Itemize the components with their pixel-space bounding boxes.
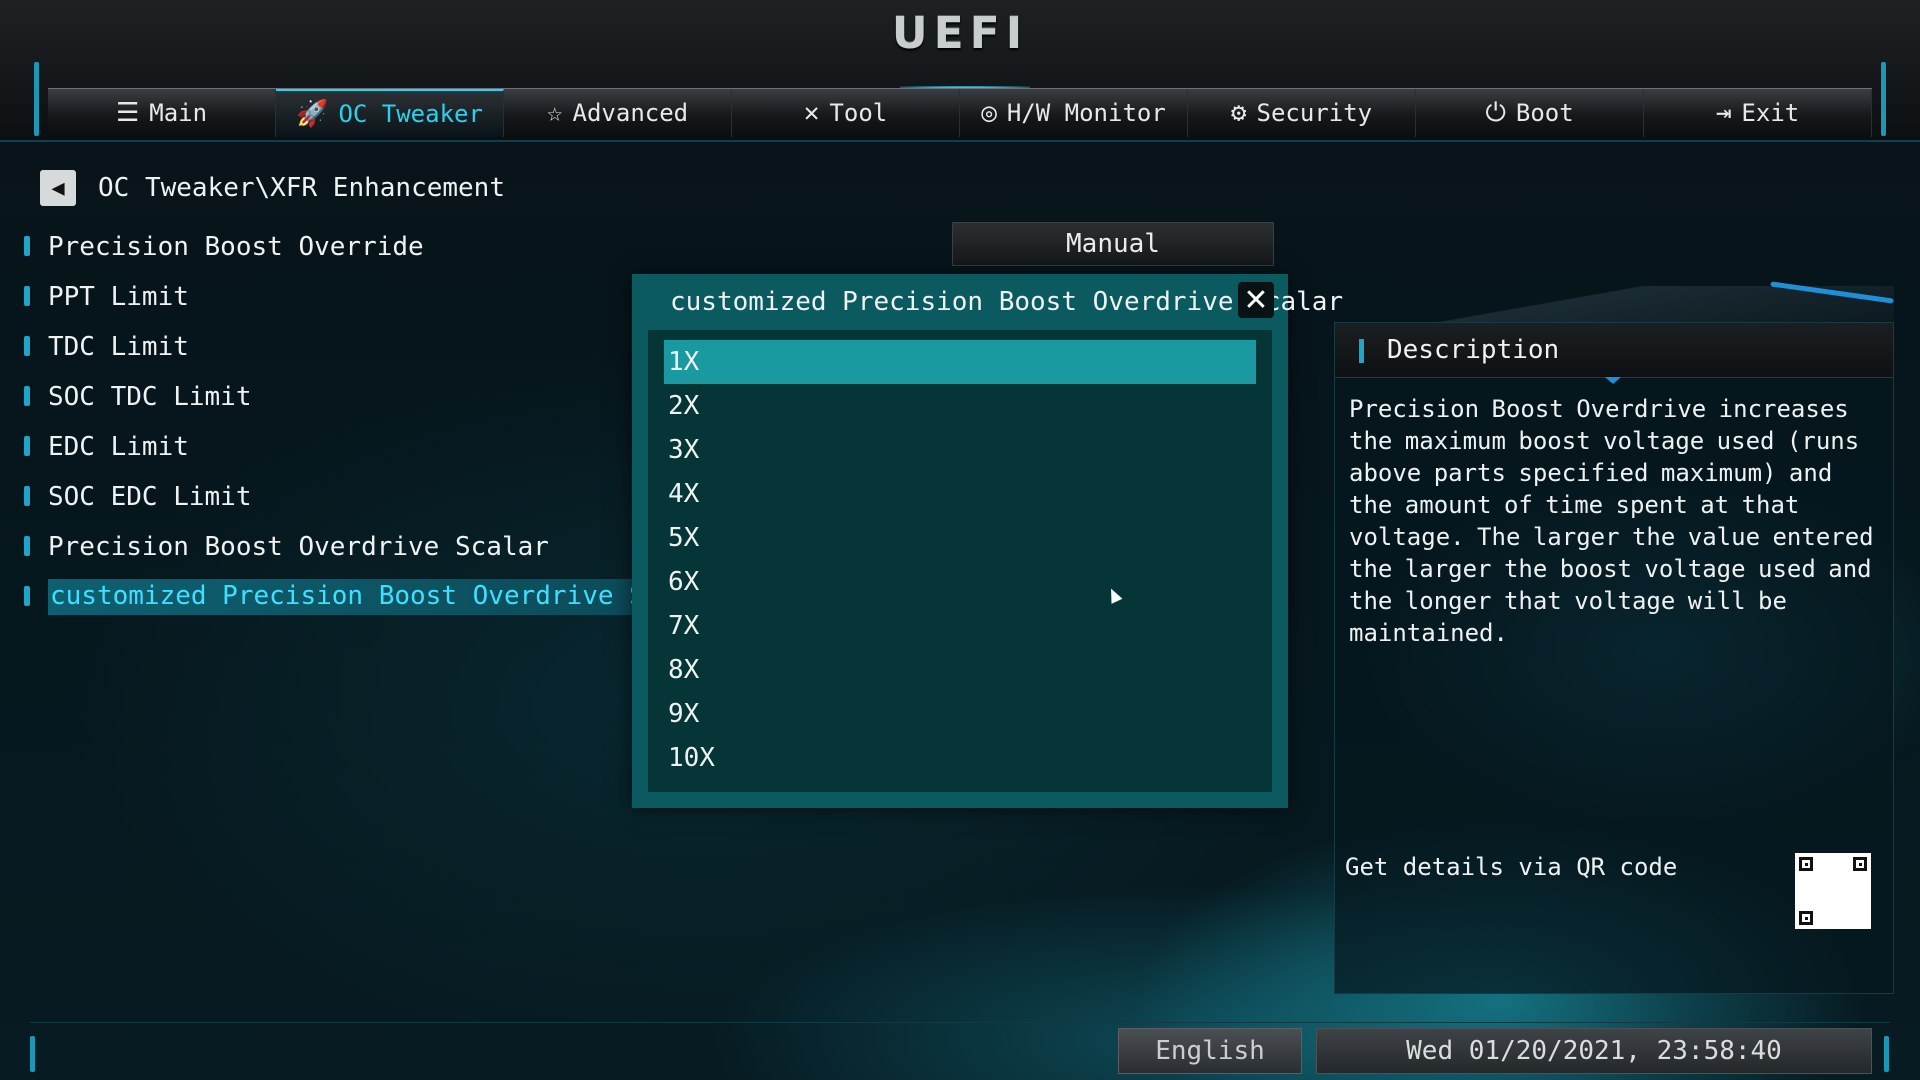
- menu-item[interactable]: PPT Limit: [20, 272, 630, 322]
- tools-icon: ✕: [803, 98, 820, 128]
- popup-option[interactable]: 9X: [664, 692, 1256, 736]
- menu-item[interactable]: customized Precision Boost Overdrive Sca…: [20, 572, 723, 622]
- menu-item[interactable]: SOC TDC Limit: [20, 372, 630, 422]
- menu-item-label: EDC Limit: [48, 432, 189, 462]
- star-icon: ☆: [546, 98, 563, 128]
- popup-option-list: 1X 2X 3X 4X 5X 6X 7X 8X 9X 10X: [648, 330, 1272, 792]
- menu-item-marker: [24, 386, 30, 406]
- tab-exit[interactable]: ⇥ Exit: [1644, 89, 1872, 137]
- tab-advanced[interactable]: ☆ Advanced: [504, 89, 732, 137]
- exit-door-icon: ⇥: [1715, 98, 1732, 128]
- option-popup: customized Precision Boost Overdrive Sca…: [632, 274, 1343, 808]
- back-arrow-icon: ◀: [51, 175, 65, 201]
- list-icon: ☰: [115, 98, 140, 128]
- tab-label: Tool: [829, 99, 888, 127]
- popup-option[interactable]: 7X: [664, 604, 1256, 648]
- menu-item-label: customized Precision Boost Overdrive Sca…: [48, 579, 723, 615]
- breadcrumb-path: OC Tweaker\XFR Enhancement: [98, 173, 505, 203]
- left-rail: [34, 62, 39, 136]
- menu-item-marker: [24, 286, 30, 306]
- menu-item-label: Precision Boost Override: [48, 232, 424, 262]
- footer-right-rail: [1884, 1036, 1889, 1072]
- uefi-logo: UEFI: [891, 8, 1029, 59]
- menu-item[interactable]: TDC Limit: [20, 322, 630, 372]
- language-button[interactable]: English: [1118, 1028, 1302, 1074]
- settings-menu: Precision Boost Override PPT Limit TDC Lim…: [20, 222, 723, 622]
- description-header: Description: [1335, 323, 1893, 384]
- shield-icon: ⚙: [1230, 98, 1247, 128]
- popup-option[interactable]: 1X: [664, 340, 1256, 384]
- popup-close-button[interactable]: ✕: [1238, 282, 1274, 318]
- tab-boot[interactable]: ⏻ Boot: [1416, 89, 1644, 137]
- qr-code-icon[interactable]: [1795, 853, 1871, 929]
- monitor-gauge-icon: ◎: [981, 98, 997, 128]
- menu-item[interactable]: Precision Boost Overdrive Scalar: [20, 522, 630, 572]
- menu-item[interactable]: EDC Limit: [20, 422, 630, 472]
- qr-corner: [1799, 857, 1813, 871]
- precision-boost-override-value[interactable]: Manual: [952, 222, 1274, 266]
- popup-option[interactable]: 4X: [664, 472, 1256, 516]
- right-rail: [1881, 62, 1886, 136]
- rocket-icon: 🚀: [296, 99, 329, 129]
- tab-label: H/W Monitor: [1006, 99, 1166, 127]
- tab-security[interactable]: ⚙ Security: [1188, 89, 1416, 137]
- popup-option[interactable]: 10X: [664, 736, 1256, 780]
- menu-item-marker: [24, 336, 30, 356]
- popup-option[interactable]: 2X: [664, 384, 1256, 428]
- uefi-screen: UEFI ☰ Main 🚀 OC Tweaker ☆ Advanced ✕ Tool ◎ H/W …: [0, 0, 1920, 1080]
- qr-corner: [1799, 911, 1813, 925]
- tab-label: Boot: [1515, 99, 1574, 127]
- tab-tool[interactable]: ✕ Tool: [732, 89, 960, 137]
- menu-item-label: SOC TDC Limit: [48, 382, 252, 412]
- tab-label: Main: [149, 99, 208, 127]
- main-tab-bar: ☰ Main 🚀 OC Tweaker ☆ Advanced ✕ Tool ◎ H/W Monit…: [48, 88, 1872, 137]
- menu-item-label: PPT Limit: [48, 282, 189, 312]
- description-notch: [1605, 377, 1621, 384]
- description-panel: Description Precision Boost Overdrive in…: [1334, 322, 1894, 994]
- tab-oc-tweaker[interactable]: 🚀 OC Tweaker: [276, 89, 504, 137]
- datetime-display[interactable]: Wed 01/20/2021, 23:58:40: [1316, 1028, 1872, 1074]
- menu-item-label: TDC Limit: [48, 332, 189, 362]
- tab-h-w-monitor[interactable]: ◎ H/W Monitor: [960, 89, 1188, 137]
- popup-option[interactable]: 3X: [664, 428, 1256, 472]
- breadcrumb: ◀ OC Tweaker\XFR Enhancement: [40, 170, 505, 206]
- popup-option[interactable]: 8X: [664, 648, 1256, 692]
- back-button[interactable]: ◀: [40, 170, 76, 206]
- menu-item-marker: [24, 586, 30, 606]
- menu-item-marker: [24, 236, 30, 256]
- popup-option[interactable]: 5X: [664, 516, 1256, 560]
- tab-main[interactable]: ☰ Main: [48, 89, 276, 137]
- tab-label: Advanced: [572, 99, 689, 127]
- menu-item[interactable]: Precision Boost Override: [20, 222, 630, 272]
- menu-item-marker: [24, 536, 30, 556]
- qr-label: Get details via QR code: [1345, 853, 1678, 881]
- menu-item[interactable]: SOC EDC Limit: [20, 472, 630, 522]
- close-icon: ✕: [1243, 282, 1269, 318]
- menu-item-label: SOC EDC Limit: [48, 482, 252, 512]
- qr-corner: [1853, 857, 1867, 871]
- popup-option[interactable]: 6X: [664, 560, 1256, 604]
- footer-left-rail: [30, 1036, 35, 1072]
- tab-label: OC Tweaker: [338, 100, 483, 128]
- description-title: Description: [1387, 335, 1560, 365]
- description-bar: [1359, 339, 1364, 363]
- tab-label: Security: [1256, 99, 1373, 127]
- menu-item-label: Precision Boost Overdrive Scalar: [48, 532, 549, 562]
- power-icon: ⏻: [1485, 98, 1506, 128]
- menu-item-marker: [24, 436, 30, 456]
- description-text: Precision Boost Overdrive increases the …: [1349, 395, 1874, 647]
- popup-title-bar: customized Precision Boost Overdrive Sca…: [632, 274, 1343, 330]
- tab-label: Exit: [1741, 99, 1800, 127]
- menu-item-marker: [24, 486, 30, 506]
